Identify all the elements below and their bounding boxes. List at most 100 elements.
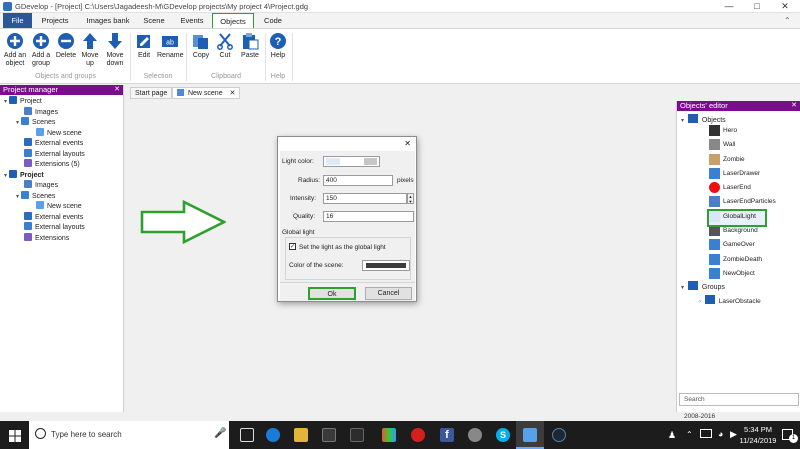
settings-gear-icon[interactable]	[468, 428, 482, 442]
taskbar-search-box[interactable]: Type here to search 🎤	[29, 421, 229, 449]
tree-item[interactable]: External events	[0, 138, 123, 149]
microphone-icon[interactable]: 🎤	[214, 428, 226, 439]
object-item[interactable]: Zombie	[709, 153, 799, 168]
tree-item[interactable]: Images	[0, 180, 123, 191]
tree-item-label: External layouts	[35, 150, 85, 158]
light-color-button[interactable]	[364, 158, 377, 165]
tab-events[interactable]: Events	[174, 13, 210, 28]
edge-browser-icon[interactable]	[266, 428, 280, 442]
close-icon[interactable]: ✕	[772, 0, 798, 13]
tree-item[interactable]: New scene	[0, 127, 123, 139]
tab-images-bank[interactable]: Images bank	[80, 13, 136, 28]
object-label: Background	[723, 227, 758, 235]
clock-date[interactable]: 11/24/2019	[738, 436, 778, 445]
dialog-close-icon[interactable]: ✕	[404, 139, 411, 148]
close-tab-icon[interactable]: ✕	[230, 90, 236, 97]
volume-icon[interactable]: ▶	[730, 429, 737, 440]
close-icon[interactable]: ✕	[791, 101, 797, 111]
object-item[interactable]: Background	[709, 225, 799, 239]
tree-item[interactable]: External layouts	[0, 222, 123, 233]
color-app-icon[interactable]	[382, 428, 396, 442]
object-item[interactable]: GameOver	[709, 239, 799, 253]
terminal-icon[interactable]	[350, 428, 364, 442]
people-icon[interactable]: ♟	[668, 430, 676, 441]
add-object-button[interactable]: Add an object	[3, 32, 27, 68]
delete-button[interactable]: Delete	[54, 32, 78, 60]
tree-item[interactable]: ▾ Scenes	[0, 190, 123, 202]
store-icon[interactable]	[322, 428, 336, 442]
network-icon[interactable]: ◕	[718, 429, 723, 439]
tree-item[interactable]: Extensions (5)	[0, 159, 123, 170]
edit-button[interactable]: Edit	[133, 32, 155, 60]
copy-button[interactable]: Copy	[190, 32, 212, 60]
tree-item[interactable]: ▾ Scenes	[0, 117, 123, 128]
tree-item[interactable]: New scene	[0, 201, 123, 212]
file-explorer-icon[interactable]	[294, 428, 308, 442]
tree-item[interactable]: ▾ Project	[0, 169, 123, 181]
minimize-icon[interactable]: —	[716, 0, 742, 13]
skype-icon[interactable]: S	[496, 428, 510, 442]
battery-icon[interactable]	[700, 429, 712, 438]
tab-code[interactable]: Code	[258, 13, 288, 28]
rename-button[interactable]: ab Rename	[157, 32, 183, 60]
object-item[interactable]: LaserDrawer	[709, 167, 799, 182]
gdevelop-task-button[interactable]	[516, 421, 544, 449]
collapse-icon[interactable]: ▾	[4, 173, 7, 179]
object-item[interactable]: Wall	[709, 139, 799, 153]
windows-start-icon[interactable]	[9, 430, 21, 442]
tab-objects[interactable]: Objects	[212, 13, 254, 28]
objects-search-box[interactable]: Search	[679, 393, 799, 406]
tree-item[interactable]: External layouts	[0, 148, 123, 160]
object-item[interactable]: LaserEnd	[709, 182, 799, 196]
collapse-icon[interactable]: ▾	[681, 285, 684, 291]
tab-start-page[interactable]: Start page	[130, 87, 173, 99]
object-item[interactable]: GlobalLight	[707, 208, 767, 228]
quality-input[interactable]: 16	[323, 211, 414, 222]
help-button[interactable]: ? Help	[267, 32, 289, 60]
opera-browser-icon[interactable]	[411, 428, 425, 442]
facebook-icon[interactable]: f	[440, 428, 454, 442]
light-color-picker[interactable]	[323, 156, 380, 167]
scene-color-picker[interactable]	[362, 260, 410, 271]
tab-file[interactable]: File	[3, 13, 32, 28]
add-group-button[interactable]: Add a group	[29, 32, 53, 68]
collapse-icon[interactable]: ▾	[4, 99, 7, 105]
task-view-icon[interactable]	[240, 428, 254, 442]
objects-root[interactable]: ▾ Objects	[681, 114, 726, 124]
close-icon[interactable]: ✕	[114, 85, 120, 95]
tree-item[interactable]: ▾ Project	[0, 96, 123, 107]
tab-scene[interactable]: Scene	[138, 13, 170, 28]
intensity-input[interactable]: 150	[323, 193, 407, 204]
move-up-button[interactable]: Move up	[79, 32, 101, 68]
expand-icon[interactable]: ›	[699, 298, 701, 305]
tab-projects[interactable]: Projects	[36, 13, 74, 28]
clock-time[interactable]: 5:34 PM	[742, 425, 774, 434]
tree-item[interactable]: Images	[0, 106, 123, 118]
ok-button[interactable]: Ok	[308, 287, 356, 300]
collapse-icon[interactable]: ▾	[16, 194, 19, 200]
paste-button[interactable]: Paste	[238, 32, 262, 60]
tree-item[interactable]: External events	[0, 211, 123, 223]
radius-input[interactable]: 400	[323, 175, 393, 186]
cut-button[interactable]: Cut	[214, 32, 236, 60]
group-item[interactable]: › LaserObstacle	[699, 295, 761, 305]
collapse-icon[interactable]: ▾	[16, 120, 19, 126]
steam-icon[interactable]	[552, 428, 566, 442]
tree-item[interactable]: Extensions	[0, 232, 123, 244]
events-icon	[24, 138, 32, 146]
move-down-button[interactable]: Move down	[103, 32, 127, 68]
global-light-checkbox[interactable]: ✓	[289, 243, 296, 250]
cancel-button[interactable]: Cancel	[365, 287, 412, 300]
intensity-spinner[interactable]: ▲ ▼	[407, 193, 414, 204]
ribbon-collapse-icon[interactable]: ⌃	[784, 16, 791, 25]
tab-new-scene[interactable]: New scene ✕	[172, 87, 241, 99]
chevron-up-icon[interactable]: ⌃	[686, 430, 693, 439]
maximize-icon[interactable]: □	[744, 0, 770, 13]
object-item[interactable]: ZombieDeath	[709, 253, 799, 268]
object-item[interactable]: LaserEndParticles	[709, 196, 799, 210]
object-item[interactable]: Hero	[709, 125, 799, 139]
scene-icon	[177, 89, 184, 96]
help-icon: ?	[270, 33, 286, 49]
groups-root[interactable]: ▾ Groups	[681, 281, 725, 291]
collapse-icon[interactable]: ▾	[681, 118, 684, 124]
